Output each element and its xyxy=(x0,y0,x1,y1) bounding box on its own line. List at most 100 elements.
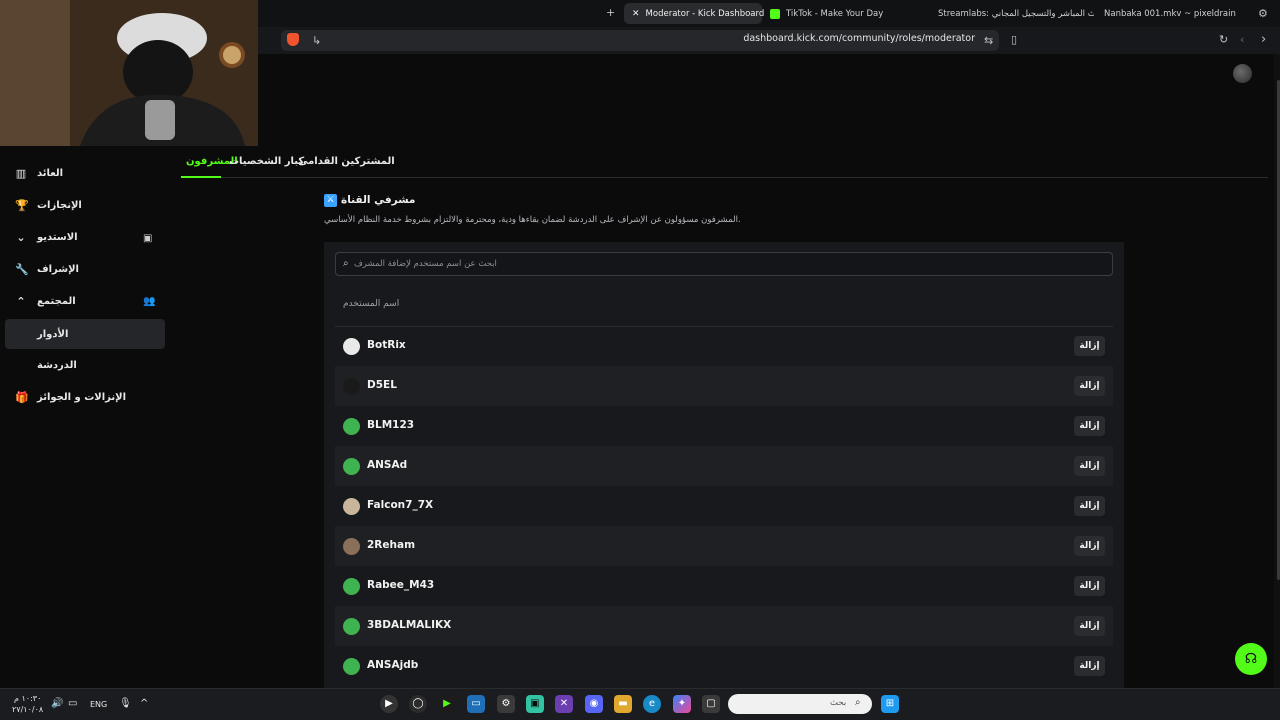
tab-label: Nanbaka 001.mkv ~ pixeldrain xyxy=(1104,8,1236,19)
taskbar-search-placeholder: بحث xyxy=(830,698,847,708)
new-tab-button[interactable]: + xyxy=(606,7,615,18)
moderator-username[interactable]: 3BDALMALIKX xyxy=(367,619,451,631)
sidebar-item-label: الإشراف xyxy=(37,263,79,275)
media-player-icon[interactable]: ▶ xyxy=(380,695,398,713)
gift-icon: 🎁 xyxy=(15,390,29,404)
play-store-icon[interactable]: ▶ xyxy=(438,695,456,713)
avatar xyxy=(343,418,360,435)
windows-start-icon[interactable]: ⊞ xyxy=(881,695,899,713)
help-chat-button[interactable]: ☊ xyxy=(1235,643,1267,675)
moderator-username[interactable]: 2Reham xyxy=(367,539,415,551)
studio-icon: ▣ xyxy=(143,233,153,244)
search-icon: ⌕ xyxy=(855,697,861,708)
sidebar-item-label: الإنزالات و الجوائز xyxy=(37,391,127,403)
roles-tabs: المشرفون كبار الشخصيات المشتركين القدامى xyxy=(181,152,1268,178)
site-settings-icon[interactable]: ⇆ xyxy=(984,35,993,46)
share-icon[interactable]: ↳ xyxy=(312,35,321,46)
reload-icon[interactable]: ↻ xyxy=(1219,34,1228,45)
tab-streamlabs[interactable]: Streamlabs: البث المباشر والتسجيل المجان… xyxy=(924,3,1094,24)
remove-moderator-button[interactable]: إزالة xyxy=(1074,456,1105,476)
tab-label: Moderator - Kick Dashboard xyxy=(645,8,765,19)
remove-moderator-button[interactable]: إزالة xyxy=(1074,496,1105,516)
tab-vips[interactable]: كبار الشخصيات xyxy=(229,156,304,167)
sidebar-item-community[interactable]: ⌃ المجتمع xyxy=(5,286,165,316)
table-row: ANSAjdb إزالة xyxy=(335,646,1113,686)
sidebar-item-roles[interactable]: الأدوار xyxy=(5,319,165,349)
microphone-icon[interactable]: 🎙 xyxy=(119,698,132,709)
active-tab-indicator xyxy=(181,176,221,178)
sidebar-item-revenue[interactable]: ▥ العائد xyxy=(5,158,165,188)
sidebar-item-label: الإنجازات xyxy=(37,199,82,211)
streamlabs-app-icon[interactable]: ▣ xyxy=(526,695,544,713)
volume-icon[interactable]: 🔊 xyxy=(51,698,63,709)
moderator-username[interactable]: ANSAd xyxy=(367,459,407,471)
tools-app-icon[interactable]: ✕ xyxy=(555,695,573,713)
sidebar-item-studio[interactable]: ⌄ الاستديو xyxy=(5,222,165,252)
wrench-icon: 🔧 xyxy=(15,262,29,276)
photos-icon[interactable]: ▭ xyxy=(467,695,485,713)
remove-moderator-button[interactable]: إزالة xyxy=(1074,536,1105,556)
section-description: المشرفون مسؤولون عن الإشراف على الدردشة … xyxy=(324,215,741,225)
taskbar-search[interactable] xyxy=(728,694,872,714)
username-column-header: اسم المستخدم xyxy=(343,299,400,309)
search-app-icon[interactable]: ◯ xyxy=(409,695,427,713)
moderator-username[interactable]: BLM123 xyxy=(367,419,414,431)
folder-icon[interactable]: ▬ xyxy=(614,695,632,713)
avatar xyxy=(343,658,360,675)
settings-icon[interactable]: ⚙ xyxy=(1258,8,1268,19)
tab-pixeldrain[interactable]: Nanbaka 001.mkv ~ pixeldrain xyxy=(1090,3,1240,24)
network-icon[interactable]: ▭ xyxy=(68,698,77,709)
tab-tiktok[interactable]: TikTok - Make Your Day xyxy=(762,3,912,24)
sword-icon: ⚔ xyxy=(324,194,337,207)
avatar[interactable] xyxy=(1233,64,1252,83)
remove-moderator-button[interactable]: إزالة xyxy=(1074,376,1105,396)
search-input[interactable] xyxy=(354,256,1094,272)
forward-icon[interactable]: › xyxy=(1261,33,1266,46)
remove-moderator-button[interactable]: إزالة xyxy=(1074,656,1105,676)
avatar xyxy=(343,538,360,555)
sidebar-item-moderation[interactable]: 🔧 الإشراف xyxy=(5,254,165,284)
sidebar-item-drops[interactable]: 🎁 الإنزالات و الجوائز xyxy=(5,382,165,412)
search-icon: ⌕ xyxy=(343,258,349,269)
bookmark-icon[interactable]: ▯ xyxy=(1011,34,1017,45)
brave-shield-icon[interactable] xyxy=(287,33,299,46)
chevron-up-icon[interactable]: ^ xyxy=(140,698,148,709)
moderator-username[interactable]: Rabee_M43 xyxy=(367,579,434,591)
remove-moderator-button[interactable]: إزالة xyxy=(1074,336,1105,356)
sidebar-item-label: المجتمع xyxy=(37,295,76,307)
trophy-icon: 🏆 xyxy=(15,198,29,212)
moderator-username[interactable]: Falcon7_7X xyxy=(367,499,433,511)
edge-icon[interactable]: e xyxy=(643,695,661,713)
tab-label: Streamlabs: البث المباشر والتسجيل المجان… xyxy=(938,8,1094,19)
copilot-icon[interactable]: ✦ xyxy=(673,695,691,713)
back-icon[interactable]: ‹ xyxy=(1240,34,1244,45)
table-row: BLM123 إزالة xyxy=(335,406,1113,446)
moderator-username[interactable]: ANSAjdb xyxy=(367,659,418,671)
community-icon: 👥 xyxy=(143,296,156,307)
avatar xyxy=(343,618,360,635)
language-indicator[interactable]: ENG xyxy=(90,700,107,709)
avatar xyxy=(343,458,360,475)
table-row: BotRix إزالة xyxy=(335,326,1113,366)
table-row: D5EL إزالة xyxy=(335,366,1113,406)
close-icon[interactable]: ✕ xyxy=(632,9,640,19)
clock-date: ٢٧/١٠/٠٨ xyxy=(12,705,44,714)
task-view-icon[interactable]: ▢ xyxy=(702,695,720,713)
moderator-username[interactable]: BotRix xyxy=(367,339,406,351)
sidebar-item-achievements[interactable]: 🏆 الإنجازات xyxy=(5,190,165,220)
avatar xyxy=(343,378,360,395)
avatar xyxy=(343,338,360,355)
tab-og-subscribers[interactable]: المشتركين القدامى xyxy=(298,156,395,167)
settings-app-icon[interactable]: ⚙ xyxy=(497,695,515,713)
avatar xyxy=(343,578,360,595)
sidebar-item-label: الاستديو xyxy=(37,231,78,243)
remove-moderator-button[interactable]: إزالة xyxy=(1074,616,1105,636)
remove-moderator-button[interactable]: إزالة xyxy=(1074,416,1105,436)
sidebar-item-chat[interactable]: الدردشة xyxy=(5,350,165,380)
discord-icon[interactable]: ◉ xyxy=(585,695,603,713)
moderator-username[interactable]: D5EL xyxy=(367,379,397,391)
chevron-down-icon: ⌄ xyxy=(16,230,26,244)
remove-moderator-button[interactable]: إزالة xyxy=(1074,576,1105,596)
table-row: 2Reham إزالة xyxy=(335,526,1113,566)
tab-moderator[interactable]: ✕ Moderator - Kick Dashboard xyxy=(624,3,765,24)
